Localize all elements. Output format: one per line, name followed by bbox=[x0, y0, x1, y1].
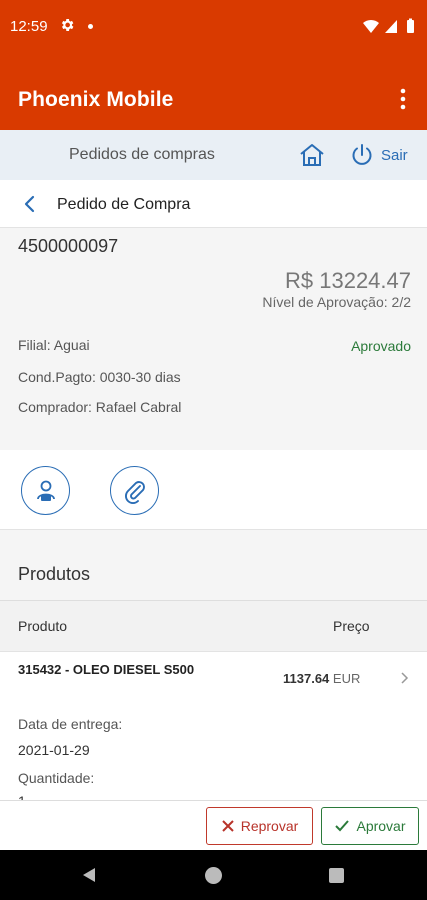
reject-label: Reprovar bbox=[240, 818, 299, 834]
nav-recent-icon[interactable] bbox=[329, 868, 344, 883]
products-title: Produtos bbox=[18, 564, 91, 584]
power-icon bbox=[352, 144, 372, 165]
app-bar: Phoenix Mobile bbox=[0, 56, 427, 130]
exit-label: Sair bbox=[381, 146, 408, 164]
approve-label: Aprovar bbox=[356, 818, 406, 834]
action-bar bbox=[0, 450, 427, 530]
buyer: Comprador: Rafael Cabral bbox=[18, 399, 182, 415]
order-value: R$ 13224.47 bbox=[285, 268, 411, 293]
top-nav-title: Pedidos de compras bbox=[69, 146, 215, 163]
app-title: Phoenix Mobile bbox=[18, 88, 174, 111]
wifi-icon bbox=[363, 19, 379, 33]
column-header-price: Preço bbox=[333, 618, 370, 634]
column-header-product: Produto bbox=[18, 618, 68, 634]
approvers-button[interactable] bbox=[21, 466, 70, 515]
delivery-date-label: Data de entrega: bbox=[18, 716, 123, 732]
quantity-label: Quantidade: bbox=[18, 770, 95, 786]
products-section-header: Produtos bbox=[0, 530, 427, 600]
top-nav: Pedidos de compras Sair bbox=[0, 130, 427, 180]
check-icon bbox=[335, 820, 350, 832]
status-bar: 12:59 bbox=[0, 0, 427, 56]
close-icon bbox=[221, 820, 234, 832]
sub-header: Pedido de Compra bbox=[0, 180, 427, 228]
more-vert-icon[interactable] bbox=[393, 86, 413, 112]
nav-home-icon[interactable] bbox=[205, 867, 222, 884]
order-number: 4500000097 bbox=[18, 236, 119, 256]
notification-dot bbox=[88, 24, 93, 29]
system-nav-bar bbox=[0, 850, 427, 900]
products-table-header: Produto Preço bbox=[0, 600, 427, 652]
product-name: 315432 - OLEO DIESEL S500 bbox=[18, 662, 195, 677]
payment-terms: Cond.Pagto: 0030-30 dias bbox=[18, 369, 181, 385]
quantity-value: 1 bbox=[18, 793, 26, 800]
action-footer: Reprovar Aprovar bbox=[0, 800, 427, 850]
back-icon[interactable] bbox=[18, 192, 42, 216]
status-time: 12:59 bbox=[10, 18, 48, 35]
exit-button[interactable]: Sair bbox=[350, 142, 408, 168]
nav-back-icon[interactable] bbox=[80, 866, 98, 884]
status-badge: Aprovado bbox=[351, 338, 411, 354]
table-row[interactable]: 315432 - OLEO DIESEL S500 1137.64 EUR Da… bbox=[0, 652, 427, 800]
approve-button[interactable]: Aprovar bbox=[321, 807, 419, 845]
reject-button[interactable]: Reprovar bbox=[206, 807, 313, 845]
signal-icon bbox=[385, 20, 397, 33]
approval-level: Nível de Aprovação: 2/2 bbox=[262, 294, 411, 310]
order-summary: 4500000097 R$ 13224.47 Nível de Aprovaçã… bbox=[0, 228, 427, 450]
delivery-date: 2021-01-29 bbox=[18, 742, 90, 758]
page-title: Pedido de Compra bbox=[57, 196, 191, 213]
home-icon[interactable] bbox=[297, 140, 327, 170]
approver-icon bbox=[36, 480, 55, 501]
branch: Filial: Aguai bbox=[18, 337, 90, 353]
chevron-right-icon bbox=[401, 672, 409, 684]
battery-icon bbox=[407, 20, 414, 33]
gear-icon bbox=[61, 19, 74, 31]
product-currency: EUR bbox=[332, 671, 361, 686]
product-price: 1137.64 EUR bbox=[283, 671, 361, 686]
status-icons bbox=[363, 18, 414, 33]
attachment-icon bbox=[124, 480, 145, 504]
attachments-button[interactable] bbox=[110, 466, 159, 515]
